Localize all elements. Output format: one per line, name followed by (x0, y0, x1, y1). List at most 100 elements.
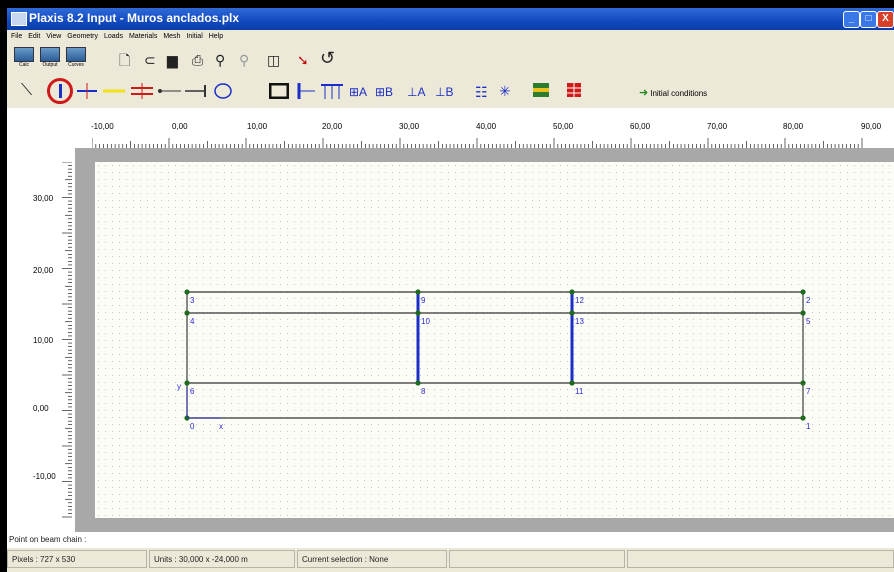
ruler-label: 10,00 (33, 336, 54, 345)
ruler-label: -10,00 (91, 122, 114, 131)
table-icon[interactable]: ◫ (267, 52, 280, 68)
open-icon[interactable]: ⊂ (144, 52, 156, 68)
title-bar: Plaxis 8.2 Input - Muros anclados.plx _ … (7, 8, 894, 30)
materials-icon[interactable] (533, 83, 549, 99)
geometry-model[interactable]: 0 1234 56 78910111213yx (95, 162, 894, 518)
point-label: 0 (190, 422, 195, 431)
plate-icon[interactable] (47, 78, 73, 104)
geometry-point (800, 289, 806, 295)
load-system-b-icon[interactable]: ⊞B (375, 84, 393, 100)
menu-edit[interactable]: Edit (28, 30, 40, 44)
geometry-point (800, 415, 806, 421)
fixed-end-anchor-icon[interactable] (157, 83, 181, 99)
status-panel (627, 550, 894, 568)
vertical-fixity-icon[interactable] (321, 83, 343, 99)
anchor-icon[interactable] (185, 83, 209, 99)
menu-geometry[interactable]: Geometry (67, 30, 98, 44)
draw-area[interactable]: 0 1 2 3 4 5 6 7 8 9 10 11 12 13 y x (75, 148, 894, 532)
status-panel (449, 550, 625, 568)
ruler-label: 50,00 (553, 122, 574, 131)
ruler-label: 0,00 (172, 122, 188, 131)
output-icon (40, 47, 60, 62)
zoom-in-icon[interactable]: ⚲ (215, 52, 225, 68)
model-canvas[interactable]: 0 1 2 3 4 5 6 7 8 9 10 11 12 13 y x (95, 162, 894, 518)
mesh-icon[interactable] (567, 83, 581, 99)
point-label: 2 (806, 296, 811, 305)
tunnel-icon[interactable] (213, 83, 233, 99)
node-to-node-anchor-icon[interactable] (131, 83, 153, 99)
point-label: 4 (190, 317, 195, 326)
plaxis-window: Plaxis 8.2 Input - Muros anclados.plx _ … (7, 8, 894, 572)
menu-materials[interactable]: Materials (129, 30, 157, 44)
menu-help[interactable]: Help (209, 30, 223, 44)
ruler-label: 10,00 (247, 122, 268, 131)
geometry-point (569, 289, 575, 295)
interface-icon[interactable] (103, 83, 125, 99)
ruler-label: -10,00 (33, 472, 56, 481)
geometry-point (184, 310, 190, 316)
geometry-point (569, 380, 575, 386)
point-label: 5 (806, 317, 811, 326)
x-axis-label: x (219, 422, 223, 431)
horizontal-fixity-icon[interactable] (295, 83, 315, 99)
standard-fixities-icon[interactable] (269, 83, 289, 99)
geometry-point (184, 380, 190, 386)
ruler-label: 60,00 (630, 122, 651, 131)
maximize-button[interactable]: □ (860, 11, 877, 28)
menu-file[interactable]: File (11, 30, 22, 44)
initial-conditions-button[interactable]: ➜ Initial conditions (639, 86, 707, 99)
curves-icon (66, 47, 86, 62)
menu-view[interactable]: View (46, 30, 61, 44)
menu-initial[interactable]: Initial (186, 30, 202, 44)
menu-bar: File Edit View Geometry Loads Materials … (7, 30, 894, 44)
ruler-label: 30,00 (33, 194, 54, 203)
load-system-a-icon[interactable]: ⊞A (349, 84, 367, 100)
horizontal-ruler-ticks (92, 138, 863, 148)
curves-button[interactable]: Curves (65, 47, 87, 72)
point-label: 9 (421, 296, 426, 305)
calc-button[interactable]: Calc (13, 47, 35, 72)
close-button[interactable]: X (877, 11, 894, 28)
zoom-out-icon[interactable]: ⚲ (239, 52, 249, 68)
geometry-point (800, 310, 806, 316)
geometry-point (569, 310, 575, 316)
geogrid-icon[interactable] (77, 83, 97, 99)
rotation-fixity-icon[interactable]: ✳ (499, 83, 511, 99)
menu-mesh[interactable]: Mesh (163, 30, 180, 44)
point-label: 3 (190, 296, 195, 305)
point-label: 6 (190, 387, 195, 396)
status-bar: Pixels : 727 x 530 Units : 30,000 x -24,… (7, 548, 894, 572)
save-icon[interactable]: ▆ (167, 52, 178, 68)
new-file-icon[interactable]: 🗋 (119, 52, 130, 68)
prescribed-displacement-icon[interactable]: ☷ (475, 84, 488, 100)
ruler-label: 30,00 (399, 122, 420, 131)
status-message: Point on beam chain : (7, 532, 894, 548)
status-units: Units : 30,000 x -24,000 m (149, 550, 295, 568)
output-button[interactable]: Output (39, 47, 61, 72)
horizontal-ruler: -10,00 0,00 10,00 20,00 30,00 40,00 50,0… (7, 108, 894, 148)
geometry-point (415, 289, 421, 295)
arrow-right-icon: ➜ (639, 87, 649, 99)
status-pixels: Pixels : 727 x 530 (7, 550, 147, 568)
geometry-line-icon[interactable]: ⟍ (21, 83, 32, 99)
ruler-label: 90,00 (861, 122, 882, 131)
main-toolbar: Calc Output Curves 🗋 ⊂ ▆ ⎙ ⚲ ⚲ ◫ ➘ ↺ (7, 44, 894, 74)
minimize-button[interactable]: _ (843, 11, 860, 28)
geometry-point (184, 289, 190, 295)
point-load-a-icon[interactable]: ⊥A (407, 84, 425, 100)
point-load-b-icon[interactable]: ⊥B (435, 84, 453, 100)
menu-loads[interactable]: Loads (104, 30, 123, 44)
point-label: 11 (575, 387, 584, 396)
ruler-label: 20,00 (33, 266, 54, 275)
undo-icon[interactable]: ↺ (320, 49, 335, 67)
calc-icon (14, 47, 34, 62)
print-icon[interactable]: ⎙ (192, 52, 203, 68)
point-label: 10 (421, 317, 430, 326)
geometry-point (415, 310, 421, 316)
pointer-icon[interactable]: ➘ (297, 52, 309, 68)
point-label: 1 (806, 422, 811, 431)
status-selection: Current selection : None (297, 550, 447, 568)
ruler-label: 80,00 (783, 122, 804, 131)
geometry-point (800, 380, 806, 386)
ruler-label: 20,00 (322, 122, 343, 131)
